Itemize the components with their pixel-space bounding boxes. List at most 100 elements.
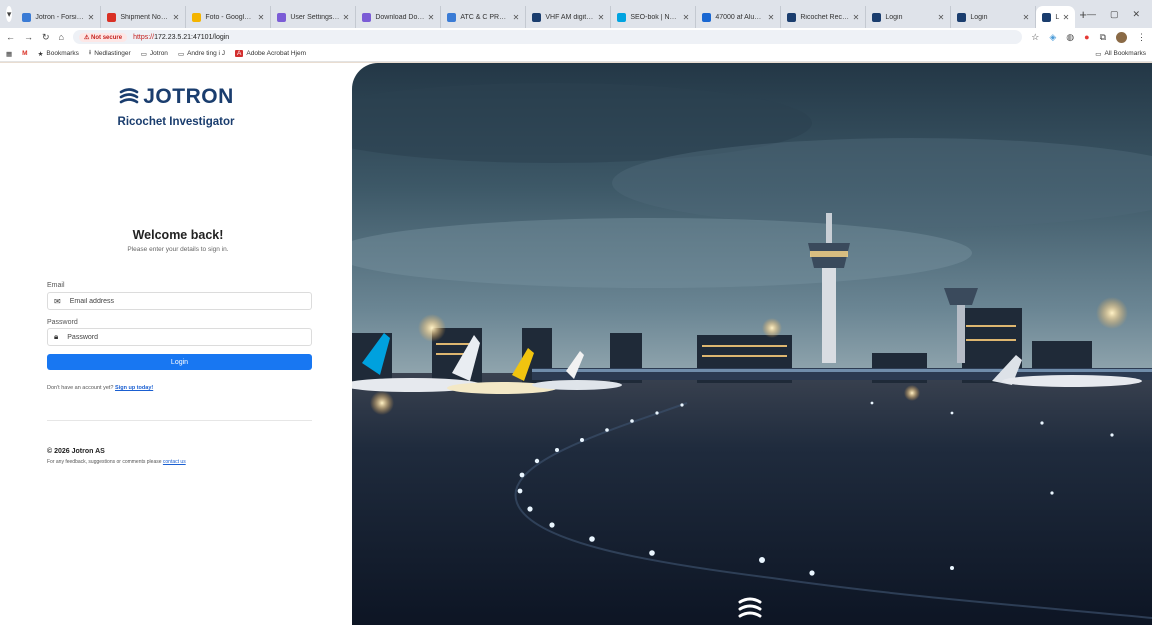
feedback-text: For any feedback, suggestions or comment… [47,459,186,465]
bookmark-folder[interactable]: ▭ Jotron [141,50,168,58]
tab-close-icon[interactable]: ✕ [343,13,350,22]
tab-close-icon[interactable]: ✕ [683,13,690,22]
browser-tab[interactable]: Shipment Notificati ✕ [101,6,187,28]
tab-active[interactable]: Login ✕ [1036,6,1076,28]
bookmark-item[interactable]: ★ Bookmarks [38,50,79,58]
tab-close-icon[interactable]: ✕ [1063,13,1070,22]
tab-label: VHF AM digital radi [545,13,594,21]
extension-icon[interactable]: ◍ [1066,32,1074,43]
airport-hero-image [352,63,1152,625]
tab-label: Login [970,13,988,21]
profile-avatar[interactable] [1116,31,1127,43]
forward-icon[interactable]: → [24,32,33,42]
minimize-button[interactable]: — [1087,9,1096,20]
tab-label: User Settings - IFS [290,13,339,21]
tab-favicon-icon [787,12,797,22]
bookmarks-bar: ▦ M ★ Bookmarks ⭳ Nedlastinger ▭ Jotron ▭ An… [0,46,1152,62]
tab-label: Foto - Google Foto [205,13,255,21]
reload-icon[interactable]: ↻ [42,32,50,43]
jotron-logo: JOTRON [118,85,234,109]
download-icon: ⭳ [88,49,92,56]
email-label: Email [47,282,65,289]
warning-icon: ⚠ [83,34,90,41]
tab-label: Jotron - Forsiden [35,13,85,21]
back-icon[interactable]: ← [6,32,15,42]
brand-name: JOTRON [143,85,234,108]
tab-close-icon[interactable]: ✕ [258,13,265,22]
not-secure-label: Not secure [91,34,123,41]
tab-search-button[interactable]: ▾ [6,6,13,22]
tab-close-icon[interactable]: ✕ [853,13,860,22]
bookmark-label: Nedlastinger [94,50,131,57]
signup-prompt: Don't have an account yet? Sign up today… [47,385,153,391]
browser-tab[interactable]: Ricochet Recorder ✕ [781,6,867,28]
tab-close-icon[interactable]: ✕ [428,13,435,22]
browser-tab[interactable]: SEO-bok | Nordea✕ [611,6,697,28]
jotron-favicon-icon [1042,12,1052,22]
toolbar-actions: ☆ ◈ ◍ ● ⧉ ⋮ [1031,31,1146,43]
apps-grid-icon[interactable]: ▦ [6,50,12,58]
tab-label: Login [1055,13,1060,21]
browser-tab[interactable]: Login ✕ [866,6,952,28]
browser-tab[interactable]: Foto - Google Foto✕ [186,6,272,28]
tab-close-icon[interactable]: ✕ [173,13,180,22]
browser-tab[interactable]: ATC & C PRODUCT✕ [441,6,527,28]
tab-close-icon[interactable]: ✕ [513,13,520,22]
browser-tab[interactable]: VHF AM digital radi ✕ [526,6,612,28]
browser-tab[interactable]: 47000 af Aluminum ✕ [696,6,782,28]
login-button[interactable]: Login [47,354,312,370]
tab-favicon-icon [107,12,117,22]
jotron-waves-icon [119,88,139,104]
tab-favicon-icon [362,12,372,22]
extension-icon[interactable]: ◈ [1049,32,1056,43]
tab-favicon-icon [617,12,627,22]
bookmark-label: Jotron [149,50,168,57]
tab-close-icon[interactable]: ✕ [88,13,95,22]
email-field[interactable]: ✉ [47,292,312,310]
browser-tab-strip: ▾ Jotron - Forsiden✕Shipment Notificati✕… [0,0,1152,28]
browser-toolbar: ← → ↻ ⌂ ⚠ Not secure https://172.23.5.21… [0,28,1152,46]
email-input[interactable] [69,297,311,305]
extensions-puzzle-icon[interactable]: ⧉ [1100,32,1106,43]
browser-tab[interactable]: Login ✕ [951,6,1037,28]
url-protocol: https:// [133,33,155,41]
tab-favicon-icon [22,12,32,22]
all-bookmarks[interactable]: ▭ All Bookmarks [1095,50,1146,58]
welcome-subtitle: Please enter your details to sign in. [127,246,229,253]
bookmark-item[interactable]: ⭳ Nedlastinger [89,48,131,59]
restore-button[interactable]: ▢ [1110,9,1119,20]
browser-tab[interactable]: User Settings - IFS ✕ [271,6,357,28]
bookmark-label: Adobe Acrobat Hjem [246,50,306,57]
star-icon: ★ [37,50,44,58]
close-window-button[interactable]: ✕ [1132,9,1140,20]
contact-link[interactable]: contact us [163,459,186,465]
bookmark-star-icon[interactable]: ☆ [1031,32,1039,43]
new-tab-button[interactable]: + [1079,7,1087,22]
tab-close-icon[interactable]: ✕ [1023,13,1030,22]
record-extension-icon[interactable]: ● [1084,32,1089,42]
signup-link[interactable]: Sign up today! [115,385,153,391]
gmail-icon[interactable]: M [22,50,27,57]
bookmark-label: Bookmarks [46,50,79,57]
tab-favicon-icon [957,12,967,22]
tab-close-icon[interactable]: ✕ [598,13,605,22]
password-input[interactable] [67,333,311,341]
brand-header: JOTRON Ricochet Investigator [0,85,352,128]
tab-close-icon[interactable]: ✕ [938,13,945,22]
password-field[interactable]: 🔒︎ [47,328,312,346]
bookmark-item[interactable]: A Adobe Acrobat Hjem [235,50,306,57]
airport-scene-illustration [352,83,1152,625]
browser-tab[interactable]: Download Documen✕ [356,6,442,28]
menu-kebab-icon[interactable]: ⋮ [1137,32,1146,43]
password-label: Password [47,319,78,326]
not-secure-badge[interactable]: ⚠ Not secure [78,32,128,42]
tab-favicon-icon [532,12,542,22]
tab-close-icon[interactable]: ✕ [768,13,775,22]
login-page: JOTRON Ricochet Investigator Welcome bac… [0,63,1152,625]
window-controls: — ▢ ✕ [1087,9,1152,28]
address-bar[interactable]: ⚠ Not secure https://172.23.5.21:47101/l… [72,30,1023,44]
home-icon[interactable]: ⌂ [59,32,64,42]
browser-tab[interactable]: Jotron - Forsiden ✕ [16,6,102,28]
tab-label: Login [885,13,903,21]
bookmark-folder[interactable]: ▭ Andre ting i J [178,50,225,58]
